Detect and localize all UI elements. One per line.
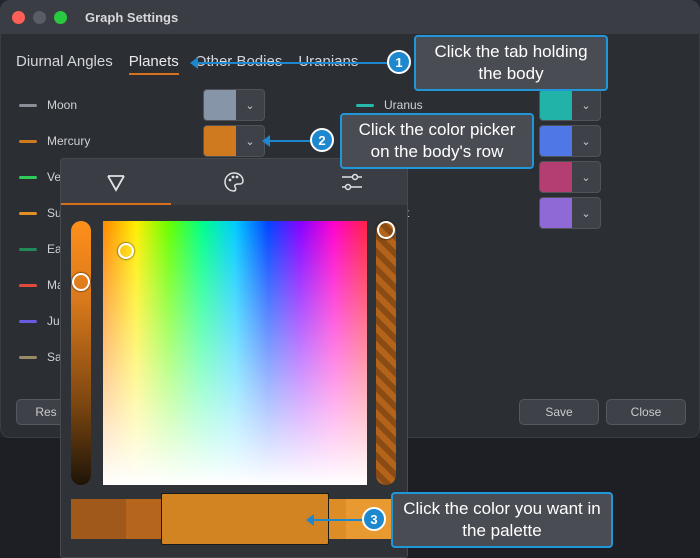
tab-other-bodies[interactable]: Other Bodies (195, 53, 283, 75)
selected-palette-swatch[interactable] (161, 493, 329, 545)
close-button[interactable]: Close (606, 399, 686, 425)
close-window-icon[interactable] (12, 11, 25, 24)
mercury-line-swatch (19, 139, 37, 143)
color-swatch (540, 90, 572, 120)
row-label: Uranus (384, 98, 423, 112)
row-jupiter: Ju (19, 304, 60, 338)
callout-arrow (262, 135, 312, 147)
palette-icon (224, 172, 244, 192)
chevron-down-icon: ⌄ (245, 135, 255, 148)
line-swatch (19, 283, 37, 287)
row-mercury: Mercury (19, 124, 90, 158)
uranus-line-swatch (356, 103, 374, 107)
brightness-slider[interactable] (71, 221, 91, 485)
row-label: Mercury (47, 134, 91, 148)
callout-step-2: Click the color picker on the body's row (340, 113, 534, 169)
row-label: Moon (47, 98, 78, 112)
row-saturn: Sa (19, 340, 62, 374)
uranus-color-picker[interactable]: ⌄ (539, 89, 601, 121)
chevron-down-icon: ⌄ (245, 99, 255, 112)
color-spectrum[interactable] (103, 221, 367, 485)
callout-step-3: Click the color you want in the palette (391, 492, 613, 548)
callout-arrow (306, 514, 368, 526)
chevron-down-icon: ⌄ (581, 207, 591, 220)
minimize-window-icon[interactable] (33, 11, 46, 24)
row-moon: Moon (19, 88, 77, 122)
chevron-down-icon: ⌄ (581, 171, 591, 184)
line-swatch (19, 247, 37, 251)
titlebar: Graph Settings (1, 1, 699, 34)
row-earth: Ea (19, 232, 62, 266)
palette-swatch[interactable] (71, 499, 126, 539)
spectrum-icon (107, 175, 125, 192)
row-mars: Ma (19, 268, 64, 302)
color-picker-popup (60, 158, 408, 558)
spectrum-handle[interactable] (118, 243, 134, 259)
moon-color-swatch (204, 90, 236, 120)
color-swatch (540, 162, 572, 192)
line-swatch (19, 355, 37, 359)
step-badge: 1 (387, 50, 411, 74)
sliders-icon (342, 173, 362, 191)
row-venus: Ve (19, 160, 61, 194)
chevron-down-icon: ⌄ (581, 135, 591, 148)
opacity-slider[interactable] (376, 221, 396, 485)
zoom-window-icon[interactable] (54, 11, 67, 24)
line-swatch (19, 211, 37, 215)
pluto-color-picker[interactable]: ⌄ (539, 161, 601, 193)
color-swatch (540, 126, 572, 156)
opacity-slider-handle[interactable] (377, 221, 395, 239)
chevron-down-icon: ⌄ (581, 99, 591, 112)
line-swatch (19, 175, 37, 179)
color-picker[interactable]: ⌄ (539, 197, 601, 229)
moon-color-picker[interactable]: ⌄ (203, 89, 265, 121)
mercury-color-swatch (204, 126, 236, 156)
line-swatch (19, 319, 37, 323)
neptune-color-picker[interactable]: ⌄ (539, 125, 601, 157)
row-label: Ju (47, 314, 60, 328)
tab-planets[interactable]: Planets (128, 53, 179, 75)
step-badge: 2 (310, 128, 334, 152)
row-label: Ve (47, 170, 62, 184)
tab-diurnal-angles[interactable]: Diurnal Angles (16, 53, 113, 75)
callout-arrow (190, 57, 392, 69)
spectrum-tab[interactable] (61, 159, 171, 205)
palette-tab[interactable] (179, 159, 289, 205)
row-sun: Su (19, 196, 62, 230)
brightness-slider-handle[interactable] (72, 273, 90, 291)
moon-line-swatch (19, 103, 37, 107)
mercury-color-picker[interactable]: ⌄ (203, 125, 265, 157)
save-button[interactable]: Save (519, 399, 599, 425)
window-title: Graph Settings (85, 10, 179, 25)
callout-step-1: Click the tab holding the body (414, 35, 608, 91)
tab-uranians[interactable]: Uranians (298, 53, 358, 75)
color-swatch (540, 198, 572, 228)
step-badge: 3 (362, 507, 386, 531)
